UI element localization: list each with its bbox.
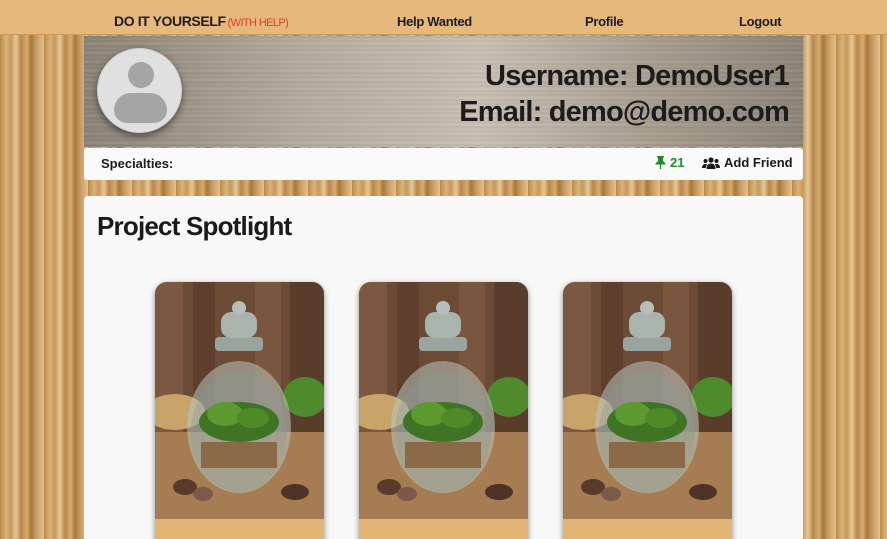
card-footer [359,519,528,539]
profile-info-bar: Specialties: 21 Add Friend [84,148,803,180]
users-icon [702,156,720,169]
brand-help-text: (WITH HELP) [227,17,289,29]
project-spotlight-panel: Project Spotlight [84,196,803,539]
card-footer [563,519,732,539]
specialties-label: Specialties: [101,156,174,171]
project-card[interactable] [359,282,528,539]
brand-main-text: DO IT YOURSELF [114,13,226,29]
user-details: Username: DemoUser1 Email: demo@demo.com [459,58,790,130]
card-footer [155,519,324,539]
site-logo[interactable]: DO IT YOURSELF (WITH HELP) [114,13,289,29]
profile-banner: Username: DemoUser1 Email: demo@demo.com [84,36,803,147]
avatar[interactable] [97,48,182,133]
project-card[interactable] [155,282,324,539]
pin-count[interactable]: 21 [655,155,684,170]
pin-count-value: 21 [670,155,685,170]
terrarium-jar-photo [155,282,324,519]
terrarium-jar-photo [359,282,528,519]
nav-logout[interactable]: Logout [739,14,782,29]
add-friend-button[interactable]: Add Friend [702,155,793,170]
top-navbar: DO IT YOURSELF (WITH HELP) Help Wanted Pr… [0,0,887,35]
section-title: Project Spotlight [97,211,292,241]
nav-profile[interactable]: Profile [585,14,624,29]
email-text: Email: demo@demo.com [459,96,790,128]
user-silhouette-icon [128,62,154,88]
username-text: Username: DemoUser1 [485,60,790,92]
nav-help-wanted[interactable]: Help Wanted [397,14,472,29]
terrarium-jar-photo [563,282,732,519]
project-card[interactable] [563,282,732,539]
add-friend-label: Add Friend [724,155,793,170]
thumbtack-icon [655,156,666,169]
